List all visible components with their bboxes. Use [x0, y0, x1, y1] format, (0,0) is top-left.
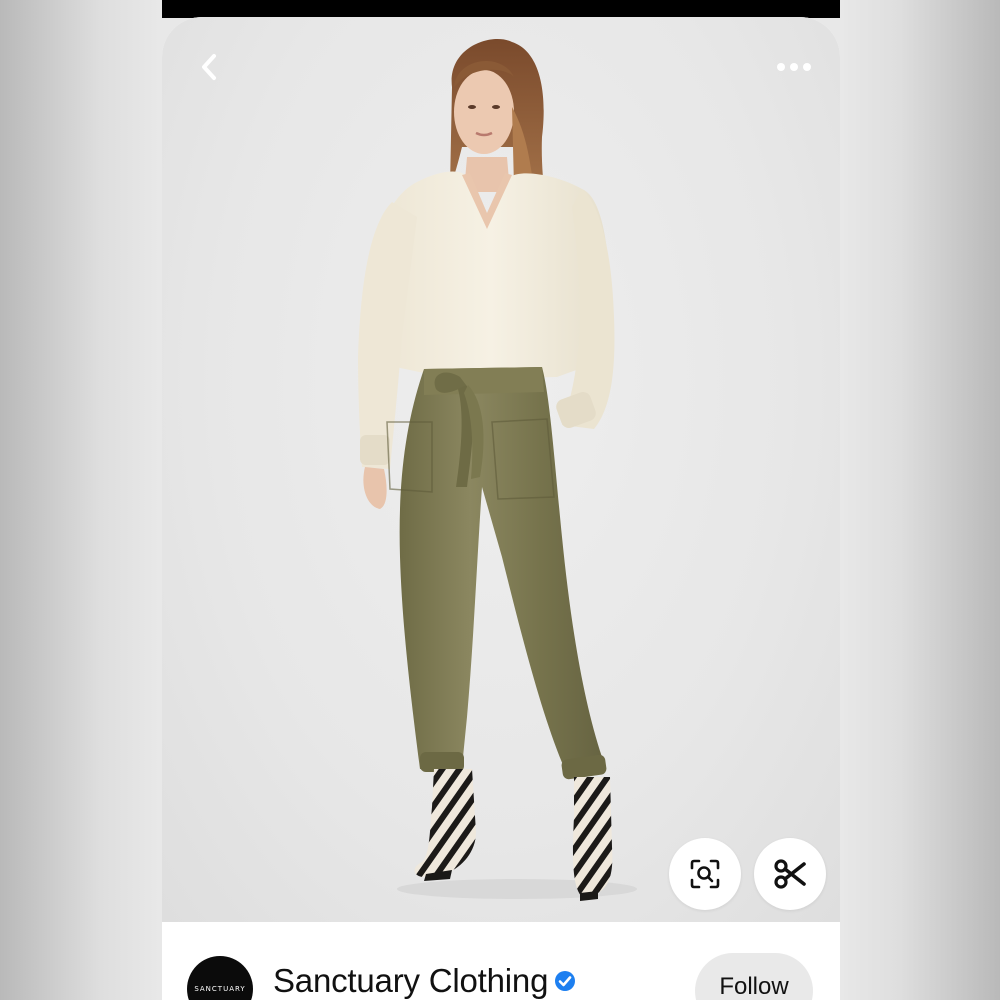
chevron-left-icon: [202, 54, 216, 80]
face: [454, 70, 514, 154]
more-options-button[interactable]: [774, 47, 814, 87]
cutout-button[interactable]: [754, 838, 826, 910]
lens-search-icon: [690, 859, 720, 889]
creator-row: SANCTUARY Sanctuary Clothing Follow: [162, 922, 840, 1000]
creator-name-wrap: Sanctuary Clothing: [273, 962, 576, 1000]
pin-image[interactable]: [162, 17, 840, 922]
visual-search-button[interactable]: [669, 838, 741, 910]
model-illustration: [358, 39, 637, 901]
boot-right: [572, 777, 613, 897]
avatar[interactable]: SANCTUARY: [187, 956, 253, 1000]
avatar-text: SANCTUARY: [194, 985, 246, 993]
sweater-cuff-left: [360, 435, 390, 465]
boot-left: [414, 769, 476, 877]
hand-left: [363, 467, 387, 509]
pants: [399, 367, 602, 772]
scissors-icon: [774, 859, 806, 889]
verified-badge-icon: [555, 971, 576, 991]
back-button[interactable]: [189, 47, 229, 87]
pin-detail-screen: SANCTUARY Sanctuary Clothing Follow: [162, 17, 840, 1000]
status-bar: [162, 0, 840, 18]
eye-right: [492, 105, 500, 109]
ellipsis-icon: [777, 63, 811, 71]
follow-button[interactable]: Follow: [695, 953, 813, 1000]
eye-left: [468, 105, 476, 109]
creator-name[interactable]: Sanctuary Clothing: [273, 962, 548, 1000]
screenshot-frame: SANCTUARY Sanctuary Clothing Follow: [0, 0, 1000, 1000]
